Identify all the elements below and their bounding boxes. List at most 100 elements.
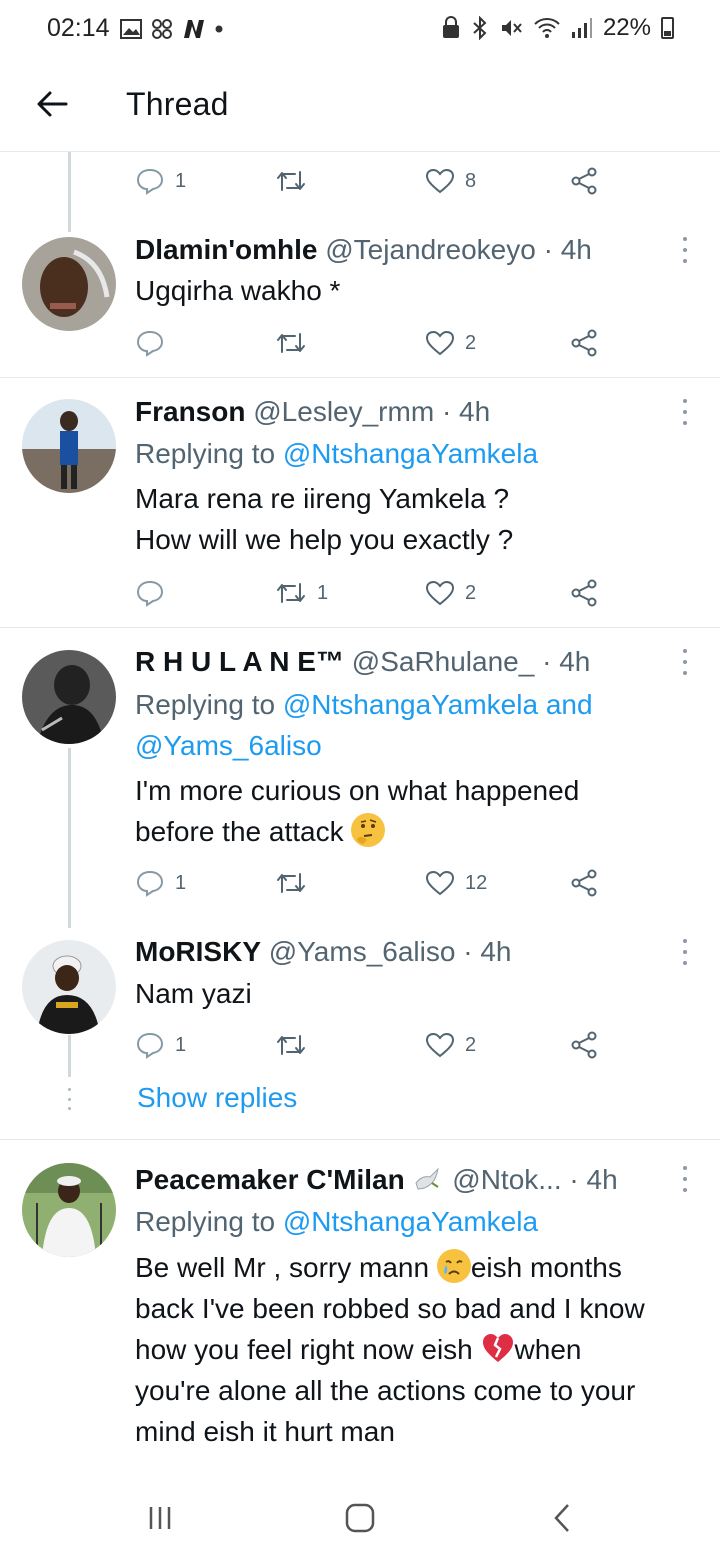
retweet-icon [277, 171, 305, 191]
like-button[interactable]: 2 [425, 1025, 476, 1065]
reply-icon [136, 870, 164, 897]
retweet-button[interactable] [275, 1025, 307, 1065]
mention-link[interactable]: @Yams_6aliso [135, 730, 322, 761]
tweet-actions: 1 12 [135, 863, 615, 903]
timestamp[interactable]: 4h [559, 646, 590, 677]
separator: · [542, 646, 552, 677]
avatar[interactable] [22, 237, 116, 331]
tweet-actions: 2 [135, 323, 615, 363]
avatar[interactable] [22, 399, 116, 493]
heart-icon [425, 580, 455, 606]
tweet-text-line: Be well Mr , sorry mann [135, 1252, 430, 1283]
avatar[interactable] [22, 650, 116, 744]
like-button[interactable]: 8 [425, 161, 476, 201]
tweet-text-line-wrap: how you feel right now eish when [135, 1329, 705, 1370]
tweet-text-line: back I've been robbed so bad and I know [135, 1293, 645, 1324]
reply-count: 1 [175, 169, 187, 192]
display-name[interactable]: Franson [135, 396, 245, 427]
share-button[interactable] [570, 573, 600, 613]
tweet-text: Nam yazi [135, 973, 705, 1014]
username[interactable]: @SaRhulane_ [352, 646, 535, 677]
timestamp[interactable]: 4h [480, 936, 511, 967]
retweet-button[interactable]: 1 [275, 573, 328, 613]
timestamp[interactable]: 4h [459, 396, 490, 427]
like-button[interactable]: 12 [425, 863, 487, 903]
share-button[interactable] [570, 323, 600, 363]
username[interactable]: @Lesley_rmm [253, 396, 434, 427]
timestamp[interactable]: 4h [561, 234, 592, 265]
system-nav-bar [0, 1478, 720, 1560]
thread-line [68, 1035, 71, 1077]
username[interactable]: @Ntok... [452, 1164, 561, 1195]
retweet-button[interactable] [275, 863, 307, 903]
like-count: 8 [465, 169, 477, 192]
retweet-icon [277, 333, 305, 353]
username[interactable]: @Yams_6aliso [269, 936, 456, 967]
reply-button[interactable] [135, 573, 165, 613]
avatar[interactable] [22, 1163, 116, 1257]
tweet-text: Ugqirha wakho * [135, 270, 705, 311]
thinking-face-icon [351, 813, 386, 847]
recent-apps-button[interactable] [140, 1498, 180, 1538]
mention-link[interactable]: @NtshangaYamkela [283, 689, 538, 720]
more-options-icon[interactable] [680, 939, 690, 965]
wifi-icon [534, 18, 560, 38]
reply-button[interactable]: 1 [135, 161, 186, 201]
replying-to: Replying to @NtshangaYamkela [135, 1201, 538, 1242]
app-header: Thread [0, 60, 720, 152]
share-icon [571, 329, 597, 357]
retweet-icon [277, 1035, 305, 1055]
display-name[interactable]: Peacemaker C'Milan [135, 1164, 405, 1195]
mention-link[interactable]: @NtshangaYamkela [283, 438, 538, 469]
tweet-text: Be well Mr , sorry mann eish months back… [135, 1247, 705, 1452]
like-count: 12 [465, 871, 488, 894]
battery-icon [661, 17, 674, 39]
display-name[interactable]: MoRISKY [135, 936, 261, 967]
retweet-icon [277, 873, 305, 893]
tweet-text-line-wrap: Be well Mr , sorry mann eish months [135, 1247, 705, 1288]
divider [0, 627, 720, 628]
like-button[interactable]: 2 [425, 573, 476, 613]
tweet-text-line: how you feel right now eish [135, 1334, 473, 1365]
avatar[interactable] [22, 940, 116, 1034]
tweet-text-line: How will we help you exactly ? [135, 524, 514, 555]
tweet-actions: 1 2 [135, 573, 615, 613]
reply-button[interactable] [135, 323, 165, 363]
tweet-text-line: I'm more curious on what happened [135, 775, 580, 806]
home-button[interactable] [340, 1498, 380, 1538]
tweet-text: Mara rena re iireng Yamkela ? How will w… [135, 478, 705, 560]
avatar-image [22, 399, 116, 493]
like-button[interactable]: 2 [425, 323, 476, 363]
retweet-button[interactable] [275, 161, 307, 201]
dove-icon [415, 1167, 440, 1190]
mention-link[interactable]: @NtshangaYamkela [283, 1206, 538, 1237]
share-button[interactable] [570, 161, 600, 201]
back-button[interactable] [32, 84, 72, 124]
replying-to: Replying to @NtshangaYamkela [135, 433, 538, 474]
share-button[interactable] [570, 1025, 600, 1065]
heart-icon [425, 870, 455, 896]
retweet-icon [277, 583, 305, 603]
show-replies-link[interactable]: Show replies [137, 1082, 297, 1114]
back-nav-button[interactable] [542, 1498, 582, 1538]
display-name[interactable]: Dlamin'omhle [135, 234, 317, 265]
display-name[interactable]: R H U L A N E™ [135, 646, 344, 677]
more-options-icon[interactable] [680, 237, 690, 263]
username[interactable]: @Tejandreokeyo [325, 234, 536, 265]
more-options-icon[interactable] [680, 649, 690, 675]
retweet-button[interactable] [275, 323, 307, 363]
reply-button[interactable]: 1 [135, 1025, 186, 1065]
home-icon [345, 1503, 375, 1533]
pinwheel-icon [152, 19, 172, 39]
reply-button[interactable]: 1 [135, 863, 186, 903]
share-icon [571, 167, 597, 195]
divider [0, 377, 720, 378]
heart-icon [425, 330, 455, 356]
timestamp[interactable]: 4h [587, 1164, 618, 1195]
more-options-icon[interactable] [680, 399, 690, 425]
status-bar: 02:14 22% [0, 0, 720, 60]
tweet-text-line: Mara rena re iireng Yamkela ? [135, 483, 510, 514]
separator: · [543, 234, 553, 265]
share-button[interactable] [570, 863, 600, 903]
more-options-icon[interactable] [680, 1166, 690, 1192]
